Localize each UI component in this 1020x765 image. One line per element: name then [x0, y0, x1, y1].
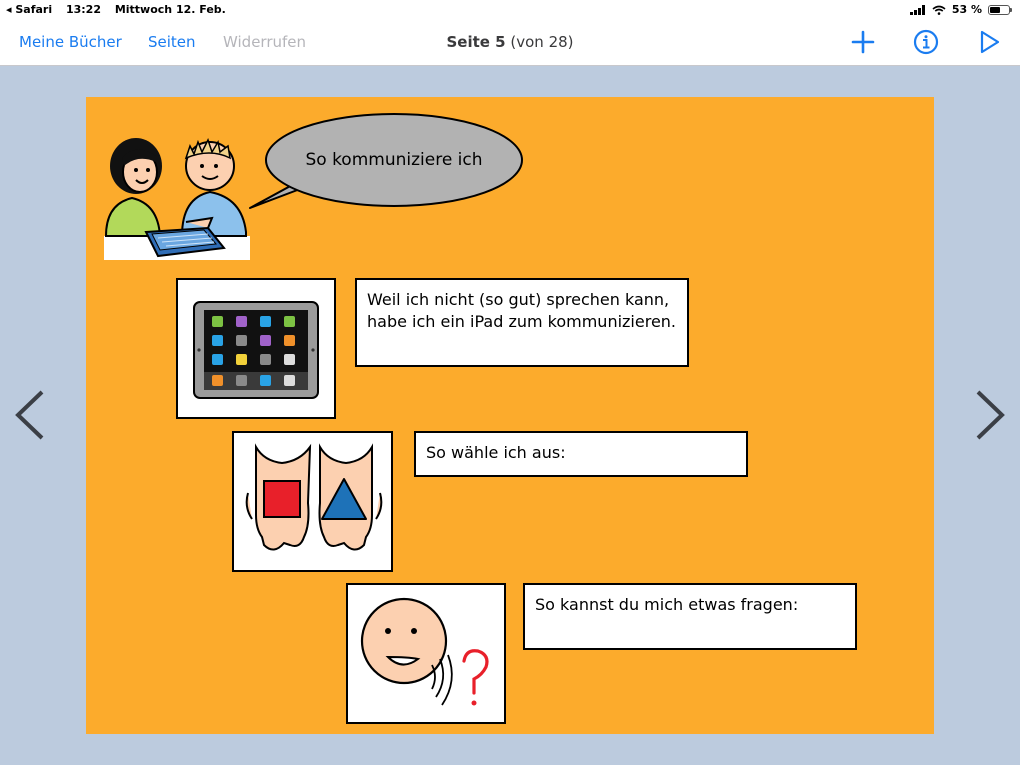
next-page-arrow-icon[interactable]	[972, 388, 1008, 442]
status-right: 53 %	[909, 3, 1012, 16]
status-bar: ◂ Safari 13:22 Mittwoch 12. Feb. 53 %	[0, 0, 1020, 20]
ipad-icon	[193, 301, 319, 399]
info-icon[interactable]	[912, 29, 940, 55]
status-left: ◂ Safari 13:22 Mittwoch 12. Feb.	[6, 3, 236, 16]
page-title-total: (von 28)	[510, 33, 574, 51]
hands-image-box	[232, 431, 393, 572]
ipad-image-box	[176, 278, 336, 419]
cellular-signal-icon	[909, 4, 925, 15]
speech-text: So kommuniziere ich	[305, 150, 483, 170]
back-app-label: Safari	[15, 3, 53, 16]
status-date: Mittwoch 12. Feb.	[114, 3, 226, 16]
battery-icon	[988, 4, 1012, 15]
plus-icon[interactable]	[849, 29, 877, 55]
face-question-icon	[360, 597, 489, 706]
nav-bar: Meine Bücher Seiten Widerrufen Seite 5 (…	[0, 20, 1020, 66]
previous-page-arrow-icon[interactable]	[12, 388, 48, 442]
row-1-text: Weil ich nicht (so gut) sprechen kann, h…	[355, 278, 689, 367]
children-tablet-icon	[104, 138, 250, 260]
back-to-app[interactable]: ◂ Safari	[6, 3, 52, 16]
battery-percent: 53 %	[951, 3, 982, 16]
status-time: 13:22	[65, 3, 101, 16]
page-title-number: Seite 5	[446, 33, 506, 51]
wifi-icon	[932, 5, 946, 15]
play-icon[interactable]	[976, 29, 1004, 55]
hands-choice-icon	[245, 443, 383, 551]
battery-fill	[990, 6, 1000, 13]
face-image-box	[346, 583, 506, 724]
row-3-text: So kannst du mich etwas fragen:	[523, 583, 857, 650]
row-2-text: So wähle ich aus:	[414, 431, 748, 477]
